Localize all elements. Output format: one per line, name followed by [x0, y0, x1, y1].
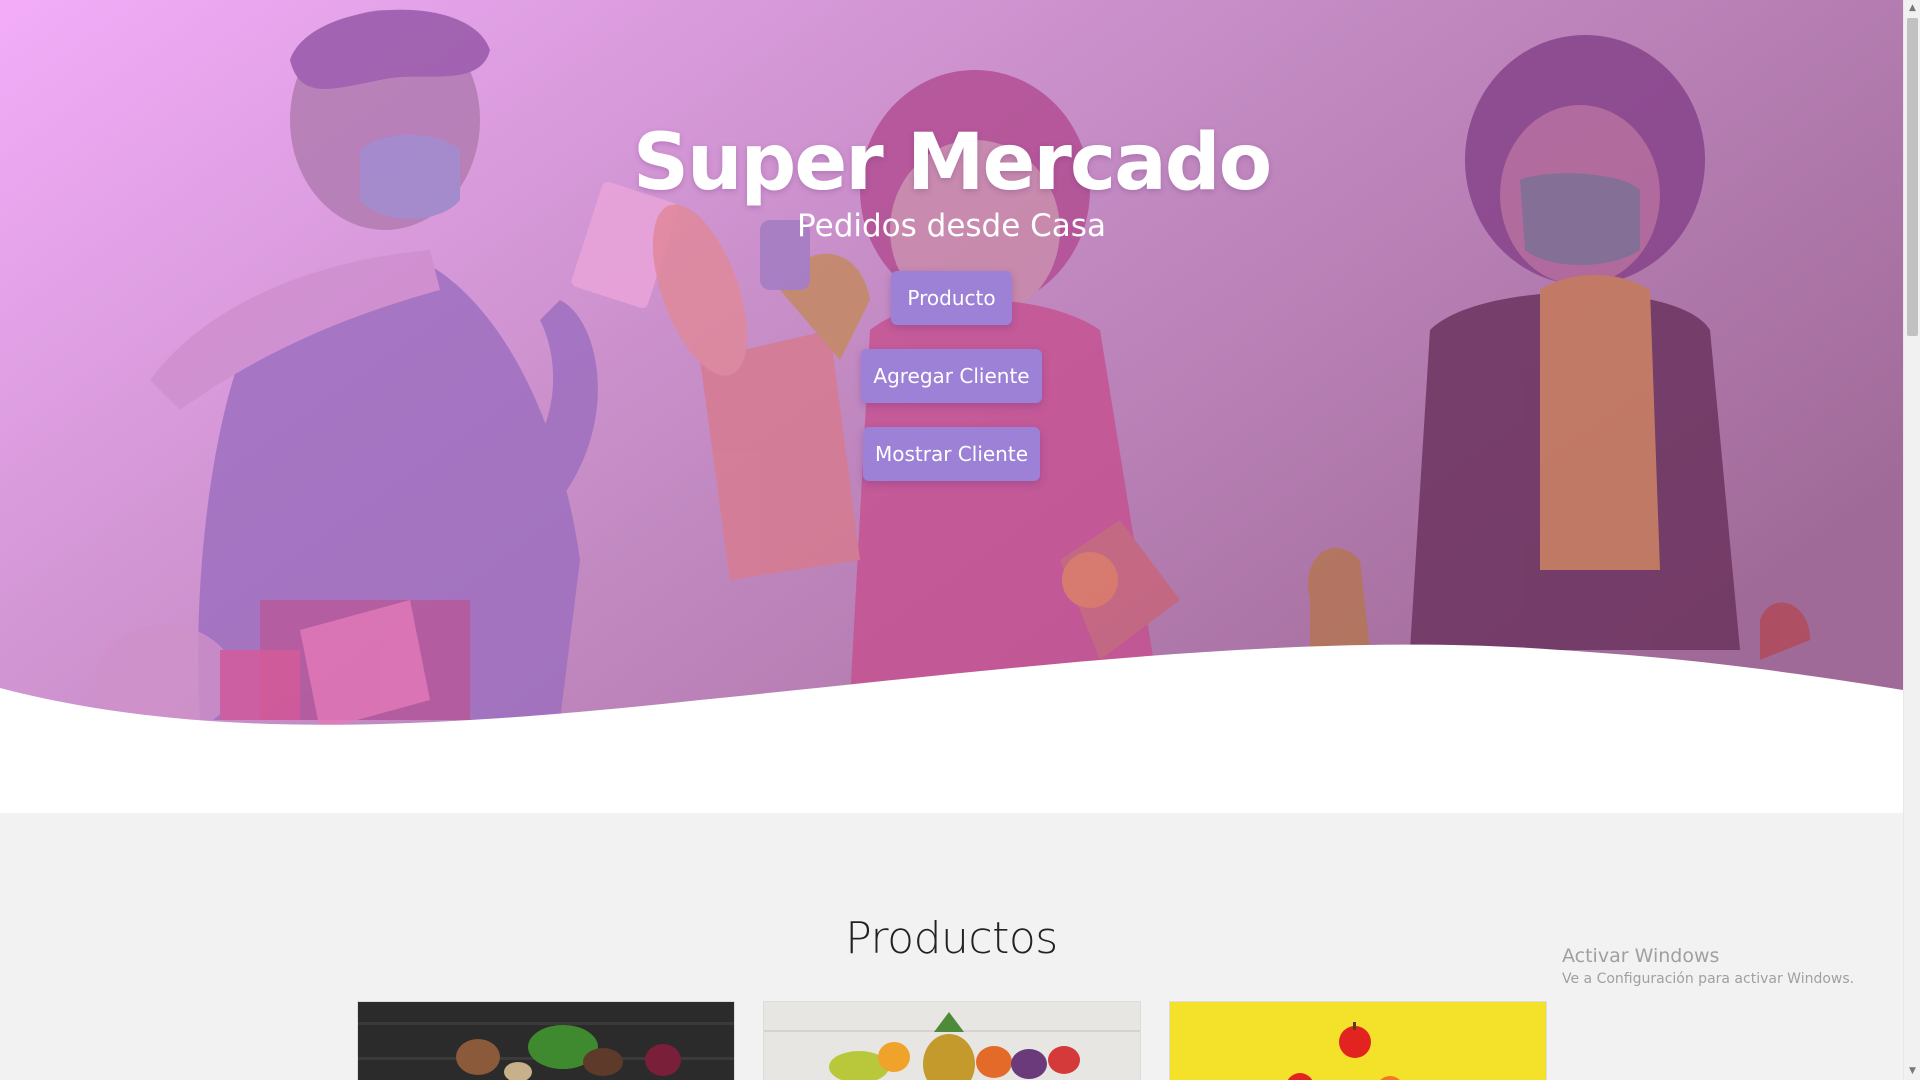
product-card[interactable]	[1169, 1001, 1547, 1080]
fruits-image	[764, 1002, 1140, 1080]
page-title: Super Mercado	[632, 118, 1272, 208]
activate-windows-watermark: Activar Windows Ve a Configuración para …	[1562, 945, 1854, 987]
page-subtitle: Pedidos desde Casa	[797, 208, 1106, 244]
vegetables-image	[358, 1002, 734, 1080]
product-card[interactable]	[357, 1001, 735, 1080]
producto-button[interactable]: Producto	[891, 271, 1012, 325]
watermark-subtitle: Ve a Configuración para activar Windows.	[1562, 971, 1855, 987]
page: Super Mercado Pedidos desde Casa Product…	[0, 0, 1903, 1080]
mostrar-cliente-button[interactable]: Mostrar Cliente	[863, 427, 1040, 481]
agregar-cliente-button[interactable]: Agregar Cliente	[861, 349, 1042, 403]
scroll-thumb[interactable]	[1907, 18, 1918, 336]
fruits-yellow-image	[1170, 1002, 1546, 1080]
hero-section: Super Mercado Pedidos desde Casa Product…	[0, 0, 1903, 813]
scroll-down-icon[interactable]: ▼	[1904, 1063, 1920, 1080]
product-card[interactable]	[763, 1001, 1141, 1080]
watermark-title: Activar Windows	[1562, 945, 1720, 967]
scroll-up-icon[interactable]: ▲	[1904, 0, 1920, 17]
hero-content: Super Mercado Pedidos desde Casa Product…	[0, 0, 1903, 813]
vertical-scrollbar[interactable]: ▲ ▼	[1903, 0, 1920, 1080]
